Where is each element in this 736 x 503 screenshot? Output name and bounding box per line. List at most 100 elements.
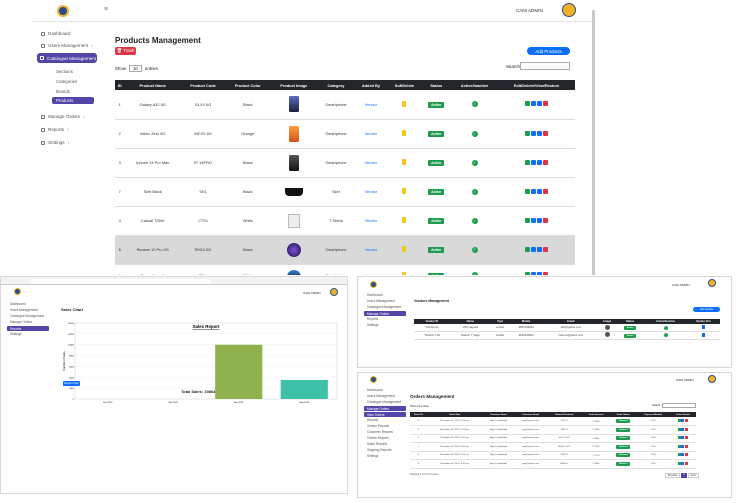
edit-icon[interactable] [525,159,531,165]
bulb-icon[interactable] [402,130,407,136]
delete-icon[interactable] [543,217,549,223]
edit-icon[interactable] [525,101,531,107]
column-header[interactable]: ID [115,80,125,90]
bulb-icon[interactable] [402,188,407,194]
sidebar-item[interactable]: Customer Reports [367,430,393,434]
sidebar-item[interactable]: Sales Reports [367,442,387,446]
bulb-icon[interactable] [402,159,407,165]
sidebar-item[interactable]: Users Management [367,299,395,303]
delete-icon[interactable] [543,130,549,136]
delete-icon[interactable] [543,272,549,275]
pdf-icon[interactable] [685,461,689,465]
file-icon[interactable] [701,325,705,329]
copy-icon[interactable] [537,272,543,275]
copy-icon[interactable] [537,188,543,194]
add-product-button[interactable]: Add Products [527,47,570,55]
sidebar-item[interactable]: Catalogue Management [10,314,44,318]
copy-icon[interactable] [537,159,543,165]
print-icon[interactable] [681,427,685,431]
sidebar-item[interactable]: Settings [367,454,379,458]
sidebar-item[interactable]: Reports [367,418,378,422]
view-icon[interactable] [677,453,681,457]
sidebar-item-users[interactable]: Users Management › [41,43,93,48]
edit-icon[interactable] [525,130,531,136]
pdf-icon[interactable] [685,444,689,448]
copy-icon[interactable] [537,130,543,136]
file-icon[interactable] [701,332,705,337]
avatar[interactable] [330,288,338,296]
sidebar-item[interactable]: Settings [10,332,22,336]
bulb-icon[interactable] [402,271,407,275]
search-input[interactable] [662,403,696,408]
pdf-icon[interactable] [685,427,689,431]
edit-icon[interactable] [525,188,531,194]
sidebar-item[interactable]: Users Management [367,394,395,398]
pdf-icon[interactable] [685,436,689,440]
vendor-link[interactable]: Vendor [365,189,377,194]
check-circle-icon[interactable]: ✓ [471,101,478,108]
view-icon[interactable] [531,130,537,136]
column-header[interactable]: Product Name [124,80,181,90]
sidebar-item[interactable]: Dashboard [367,388,383,392]
pdf-icon[interactable] [685,453,689,457]
column-header[interactable]: Status [421,80,451,90]
vendor-link[interactable]: Vendor [365,131,377,136]
vendor-link[interactable]: Vendor [365,273,377,276]
prev-button[interactable]: Previous [665,473,681,478]
delete-icon[interactable] [543,246,549,252]
print-icon[interactable] [681,461,685,465]
column-header[interactable]: Product Code [180,80,226,90]
check-circle-icon[interactable]: ✓ [471,188,478,195]
check-circle-icon[interactable]: ✓ [471,130,478,137]
delete-icon[interactable] [543,159,549,165]
sidebar-item[interactable]: Manage Orders [364,311,406,316]
edit-icon[interactable] [525,272,531,275]
print-icon[interactable] [681,436,685,440]
sidebar-item[interactable]: Manage Orders [10,320,32,324]
edit-icon[interactable] [525,246,531,252]
user-name[interactable]: CANI ADMIN [303,291,321,295]
entries-select[interactable]: 10 [128,65,142,72]
vendor-link[interactable]: Vendor [365,218,377,223]
sidebar-sub-brands[interactable]: Brands [56,89,70,94]
sidebar-item[interactable]: Dashboard [367,293,383,297]
avatar[interactable] [708,375,716,383]
sidebar-item[interactable]: View Orders [364,412,406,417]
vendor-link[interactable]: Vendor [365,160,377,165]
vendor-link[interactable]: Vendor [365,247,377,252]
sidebar-sub-categories[interactable]: Categories [56,79,77,84]
view-icon[interactable] [531,159,537,165]
check-circle-icon[interactable]: ✓ [471,217,478,224]
add-vendor-button[interactable]: Add Vendor [693,307,720,312]
trash-button[interactable]: 🗑 Trash [115,47,136,55]
view-icon[interactable] [531,188,537,194]
delete-icon[interactable] [543,101,549,107]
export-chart-button[interactable]: Export Chart [63,381,80,386]
bulb-icon[interactable] [402,246,407,252]
column-header[interactable]: SoftDelete [387,80,422,90]
user-name[interactable]: CANI ADMIN [516,8,543,13]
check-circle-icon[interactable]: ✓ [471,272,478,275]
address-bar[interactable] [31,278,211,284]
entries-control[interactable]: Show 10 entries [410,405,429,408]
sidebar-item[interactable]: Shipping Reports [367,448,391,452]
view-icon[interactable] [531,101,537,107]
column-header[interactable]: Category [317,80,355,90]
sidebar-item[interactable]: Users Management [10,308,38,312]
view-icon[interactable] [677,436,681,440]
sidebar-item[interactable]: Vendor Reports [367,424,389,428]
column-header[interactable]: Product Image [270,80,318,90]
bulb-icon[interactable] [402,100,407,107]
sidebar-sub-sections[interactable]: Sections [56,69,73,74]
vertical-scrollbar[interactable] [592,10,595,275]
print-icon[interactable] [681,453,685,457]
sidebar-item-catalogue[interactable]: Catalogue Management [37,53,97,63]
print-icon[interactable] [681,419,685,422]
view-icon[interactable] [677,444,681,448]
sidebar-item[interactable]: Dashboard [10,302,26,306]
sidebar-item[interactable]: Reports [367,317,378,321]
sidebar-item-settings[interactable]: Settings › [41,140,69,145]
check-circle-icon[interactable]: ✓ [663,333,668,338]
search-input[interactable] [520,62,570,70]
view-icon[interactable] [677,427,681,431]
